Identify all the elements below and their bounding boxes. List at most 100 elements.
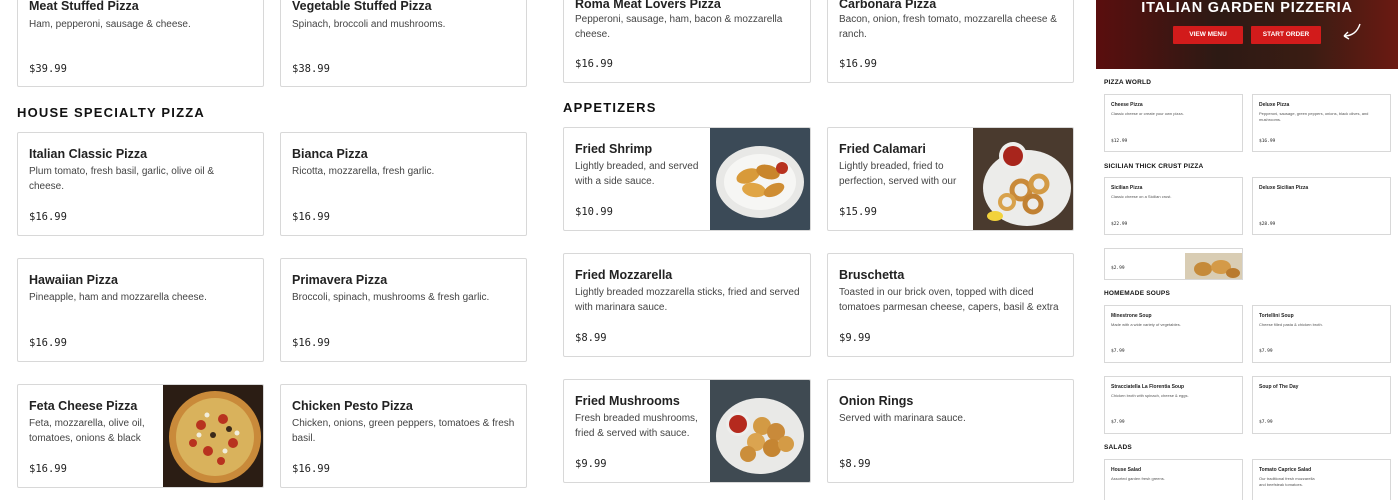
section-title-sicilian: SICILIAN THICK CRUST PIZZA [1104,163,1204,170]
preview-item-card[interactable]: Stracciatella La Florentia Soup Chicken … [1104,376,1243,434]
menu-item-card[interactable]: Bianca Pizza Ricotta, mozzarella, fresh … [280,132,527,236]
item-description: Chicken, onions, green peppers, tomatoes… [292,418,515,444]
item-description: Ricotta, mozzarella, fresh garlic. [292,166,435,177]
item-description: Pepperoni, sausage, ham, bacon & mozzare… [575,14,783,40]
item-price: $16.99 [29,337,67,349]
preview-item-name: House Salad [1111,467,1142,473]
preview-item-card[interactable]: Tortellini Soup Cheese filled pasta & ch… [1252,305,1391,363]
item-price: $16.99 [292,211,330,223]
preview-item-card[interactable]: Deluxe Pizza Pepperoni, sausage, green p… [1252,94,1391,152]
item-price: $16.99 [29,211,67,223]
mobile-preview-panel: ITALIAN GARDEN PIZZERIA VIEW MENU START … [1096,0,1400,500]
preview-item-price: $7.99 [1259,420,1273,425]
pizza-photo [163,385,263,487]
menu-item-card[interactable]: Vegetable Stuffed Pizza Spinach, broccol… [280,0,527,87]
preview-item-name: Cheese Pizza [1111,102,1143,108]
item-name: Bruschetta [839,268,905,282]
menu-item-card[interactable]: Fried Mushrooms Fresh breaded mushrooms,… [563,379,811,483]
hero-title: ITALIAN GARDEN PIZZERIA [1141,0,1353,16]
preview-item-name: Deluxe Sicilian Pizza [1259,185,1309,191]
item-price: $8.99 [575,332,607,344]
item-price: $39.99 [29,63,67,75]
food-photo [1185,253,1242,279]
menu-item-card[interactable]: Roma Meat Lovers Pizza Pepperoni, sausag… [563,0,811,83]
item-name: Fried Mushrooms [575,394,680,408]
item-price: $10.99 [575,206,613,218]
menu-item-card[interactable]: Fried Mozzarella Lightly breaded mozzare… [563,253,811,357]
fried-calamari-photo [973,128,1073,230]
item-price: $8.99 [839,458,871,470]
preview-item-card[interactable]: Tomato Caprice Salad Our traditional fre… [1252,459,1391,500]
item-price: $16.99 [575,58,613,70]
item-description: Feta, mozzarella, olive oil, tomatoes, o… [29,418,145,444]
preview-item-name: Stracciatella La Florentia Soup [1111,384,1185,390]
section-title-pizza-world: PIZZA WORLD [1104,79,1152,86]
item-description: Fresh breaded mushrooms, fried & served … [575,413,698,439]
item-price: $9.99 [839,332,871,344]
preview-item-price: $12.99 [1111,139,1128,144]
preview-item-name: Tortellini Soup [1259,313,1294,319]
preview-item-name: Soup of The Day [1259,384,1299,390]
menu-item-card[interactable]: Bruschetta Toasted in our brick oven, to… [827,253,1074,357]
item-name: Fried Calamari [839,142,926,156]
preview-item-price: $22.99 [1111,222,1128,227]
section-title-house-specialty: HOUSE SPECIALTY PIZZA [17,105,205,120]
menu-item-card[interactable]: Fried Shrimp Lightly breaded, and served… [563,127,811,231]
menu-item-card[interactable]: Carbonara Pizza Bacon, onion, fresh toma… [827,0,1074,83]
preview-item-description: Cheese filled pasta & chicken broth. [1259,322,1323,327]
fried-shrimp-photo [710,128,810,230]
item-description: Plum tomato, fresh basil, garlic, olive … [29,166,215,192]
preview-item-description: Assorted garden fresh greens. [1111,476,1165,481]
preview-item-card[interactable]: Sicilian Pizza Classic cheese on a Sicil… [1104,177,1243,235]
menu-item-card[interactable]: Hawaiian Pizza Pineapple, ham and mozzar… [17,258,264,362]
item-price: $15.99 [839,206,877,218]
item-price: $16.99 [292,463,330,475]
item-name: Carbonara Pizza [839,0,937,11]
view-menu-button[interactable]: VIEW MENU [1173,26,1243,44]
menu-item-card[interactable]: Primavera Pizza Broccoli, spinach, mushr… [280,258,527,362]
preview-item-price: $16.99 [1259,139,1276,144]
preview-item-card[interactable]: Soup of The Day $7.99 [1252,376,1391,434]
item-price: $9.99 [575,458,607,470]
menu-item-card[interactable]: Chicken Pesto Pizza Chicken, onions, gre… [280,384,527,488]
item-name: Meat Stuffed Pizza [29,0,139,13]
menu-item-card[interactable]: Meat Stuffed Pizza Ham, pepperoni, sausa… [17,0,264,87]
item-name: Onion Rings [839,394,914,408]
start-order-button[interactable]: START ORDER [1251,26,1321,44]
menu-item-card[interactable]: Italian Classic Pizza Plum tomato, fresh… [17,132,264,236]
preview-item-description: Pepperoni, sausage, green peppers, onion… [1259,111,1369,122]
section-title-salads: SALADS [1104,444,1132,451]
item-name: Fried Shrimp [575,142,653,156]
preview-item-price: $7.99 [1111,349,1125,354]
preview-item-price: $7.99 [1111,420,1125,425]
preview-item-card[interactable]: Deluxe Sicilian Pizza $28.99 [1252,177,1391,235]
preview-item-description: Made with a wide variety of vegetables. [1111,322,1181,327]
preview-item-card[interactable]: Cheese Pizza Classic cheese or create yo… [1104,94,1243,152]
preview-item-card[interactable]: Minestrone Soup Made with a wide variety… [1104,305,1243,363]
fried-mushrooms-photo [710,380,810,482]
menu-page: Meat Stuffed Pizza Ham, pepperoni, sausa… [0,0,1400,500]
preview-item-description: Our traditional fresh mozzarella and bee… [1259,476,1315,487]
item-description: Lightly breaded, and served with a side … [575,161,699,187]
item-name: Primavera Pizza [292,273,388,287]
preview-item-card[interactable]: House Salad Assorted garden fresh greens… [1104,459,1243,500]
section-title-appetizers: APPETIZERS [563,100,657,115]
menu-item-card[interactable]: Feta Cheese Pizza Feta, mozzarella, oliv… [17,384,264,488]
preview-item-price: $28.99 [1259,222,1276,227]
preview-item-name: Minestrone Soup [1111,313,1152,319]
item-price: $38.99 [292,63,330,75]
item-description: Lightly breaded, fried to perfection, se… [839,161,957,187]
preview-item-name: Sicilian Pizza [1111,185,1143,191]
menu-item-card[interactable]: Fried Calamari Lightly breaded, fried to… [827,127,1074,231]
item-name: Vegetable Stuffed Pizza [292,0,432,13]
item-description: Served with marinara sauce. [839,413,966,424]
item-name: Hawaiian Pizza [29,273,118,287]
hero-banner: ITALIAN GARDEN PIZZERIA VIEW MENU START … [1096,0,1398,69]
item-description: Bacon, onion, fresh tomato, mozzarella c… [839,14,1057,40]
preview-item-name: Tomato Caprice Salad [1259,467,1312,473]
menu-item-card[interactable]: Onion Rings Served with marinara sauce. … [827,379,1074,483]
preview-item-card[interactable]: $2.99 [1104,248,1243,280]
item-name: Feta Cheese Pizza [29,399,138,413]
item-name: Italian Classic Pizza [29,147,148,161]
item-description: Lightly breaded mozzarella sticks, fried… [575,287,800,313]
